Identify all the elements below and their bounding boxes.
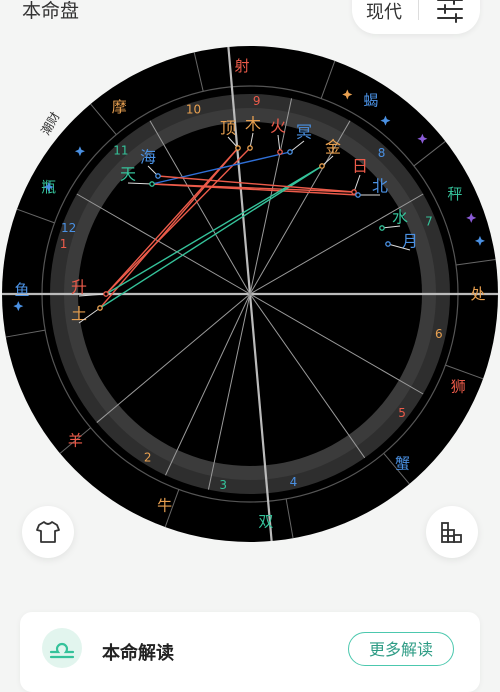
planet-dot <box>351 189 357 195</box>
sliders-icon[interactable] <box>432 0 468 26</box>
house-number: 1 <box>60 237 68 251</box>
planet-dot <box>277 149 283 155</box>
planet-label: 冥 <box>296 123 312 142</box>
house-number: 9 <box>253 94 261 108</box>
divider <box>418 0 419 20</box>
sign-label: 秤 <box>447 185 462 203</box>
sign-label: 牛 <box>157 496 172 514</box>
planet-label: 日 <box>352 157 368 176</box>
sign-label: 狮 <box>451 378 466 396</box>
house-number: 12 <box>61 221 76 235</box>
house-number: 2 <box>144 451 152 465</box>
planet-label: 天 <box>120 165 136 184</box>
sign-label: 射 <box>235 57 250 75</box>
bar-chart-icon <box>441 522 462 543</box>
planet-label: 海 <box>140 148 156 167</box>
planet-label: 土 <box>71 305 87 324</box>
house-number: 4 <box>290 475 298 489</box>
planet-dot <box>235 145 241 151</box>
sign-label: 鱼 <box>15 281 30 299</box>
house-number: 11 <box>113 144 128 158</box>
planet-label: 升 <box>71 278 87 297</box>
reading-title: 本命解读 <box>102 643 174 664</box>
sign-label: 蟹 <box>395 454 410 472</box>
libra-icon <box>42 628 82 668</box>
planet-label: 木 <box>245 115 261 134</box>
page-title: 本命盘 <box>22 0 80 22</box>
planet-label: 月 <box>402 232 418 251</box>
planet-label: 水 <box>392 208 408 227</box>
more-readings-button[interactable]: 更多解读 <box>348 632 454 666</box>
top-controls: 现代 <box>352 0 480 34</box>
natal-chart-wheel: 潮财 射蝎秤处狮蟹双牛羊鱼瓶摩 123456789101112 顶木火冥海金天日… <box>2 46 498 542</box>
house-number: 6 <box>435 327 443 341</box>
planet-dot <box>385 241 391 247</box>
house-number: 7 <box>425 215 433 229</box>
house-number: 8 <box>378 146 386 160</box>
house-number: 3 <box>219 478 227 492</box>
planet-label: 金 <box>325 138 341 157</box>
planet-dot <box>355 192 361 198</box>
stats-button[interactable] <box>426 506 478 558</box>
sign-label: 摩 <box>112 98 127 116</box>
planet-dot <box>155 173 161 179</box>
planet-label: 火 <box>270 117 286 136</box>
sign-label: 双 <box>258 512 273 530</box>
planet-dot <box>287 149 293 155</box>
planet-dot <box>379 225 385 231</box>
planet-dot <box>319 163 325 169</box>
mode-toggle[interactable]: 现代 <box>366 0 402 24</box>
planet-dot <box>103 291 109 297</box>
reading-card: 本命解读 更多解读 <box>20 612 480 692</box>
watermark: 潮财 <box>38 109 63 137</box>
sign-label: 羊 <box>68 432 83 450</box>
planet-dot <box>247 145 253 151</box>
tshirt-icon <box>36 521 60 543</box>
planet-label: 顶 <box>220 119 236 138</box>
tshirt-button[interactable] <box>22 506 74 558</box>
planet-dot <box>97 305 103 311</box>
house-number: 10 <box>186 102 201 116</box>
planet-label: 北 <box>372 177 388 196</box>
sign-label: 处 <box>470 285 485 303</box>
planet-dot <box>149 181 155 187</box>
sign-label: 蝎 <box>363 92 378 110</box>
house-number: 5 <box>398 406 406 420</box>
